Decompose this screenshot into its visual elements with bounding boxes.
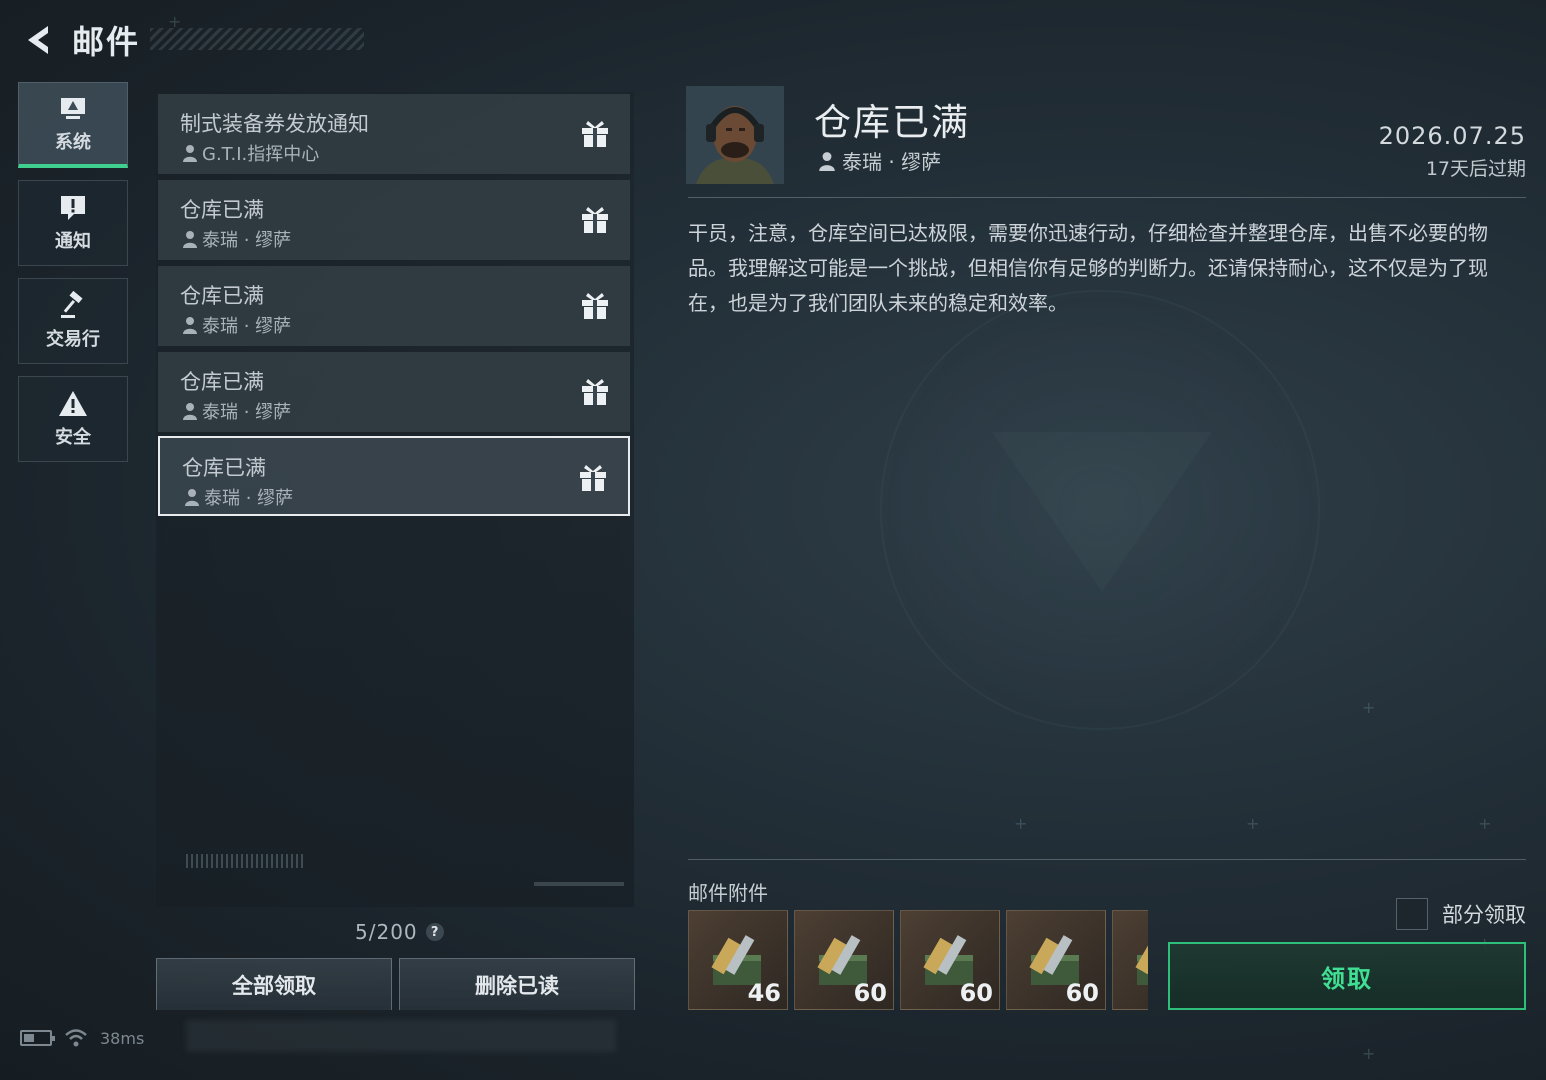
crosshair-deco: + <box>1014 814 1028 833</box>
title-stripe-deco <box>150 28 364 50</box>
blurred-strip <box>186 1020 616 1052</box>
mail-sender-name: 泰瑞 · 缪萨 <box>202 230 292 251</box>
person-icon <box>183 317 197 334</box>
mail-sender-name: 泰瑞 · 缪萨 <box>202 316 292 337</box>
category-sidebar: 系统 通知 交易行 安全 <box>18 82 128 474</box>
attachment-item[interactable]: 60 <box>794 910 894 1010</box>
mail-sender: G.T.I.指挥中心 <box>182 140 319 166</box>
ammo-box-icon <box>1135 937 1148 985</box>
person-icon <box>183 145 197 162</box>
mail-title: 仓库已满 <box>180 370 264 394</box>
mail-date: 2026.07.25 <box>1378 122 1526 150</box>
crosshair-deco: + <box>1246 814 1260 833</box>
mail-list-item[interactable]: 制式装备券发放通知 G.T.I.指挥中心 <box>158 94 630 174</box>
nav-label: 交易行 <box>46 329 100 350</box>
partial-claim-label: 部分领取 <box>1442 903 1526 927</box>
mail-title: 仓库已满 <box>180 284 264 308</box>
mail-title: 仓库已满 <box>180 198 264 222</box>
gift-icon <box>582 207 608 233</box>
nav-label: 通知 <box>55 231 91 252</box>
crosshair-deco: + <box>1478 814 1492 833</box>
system-monitor-icon <box>61 97 85 119</box>
mail-count-text: 5/200 <box>355 920 418 944</box>
attachment-item[interactable]: 60 <box>900 910 1000 1010</box>
mail-list: 制式装备券发放通知 G.T.I.指挥中心 仓库已满 泰瑞 · 缪萨 仓库已满 泰 <box>156 92 634 907</box>
mail-list-item[interactable]: 仓库已满 泰瑞 · 缪萨 <box>158 180 630 260</box>
attachment-quantity: 60 <box>853 979 887 1007</box>
nav-label: 系统 <box>55 131 91 153</box>
attachment-quantity: 46 <box>747 979 781 1007</box>
mail-detail-sender-name: 泰瑞 · 缪萨 <box>842 150 942 174</box>
person-icon <box>183 231 197 248</box>
mail-sender: 泰瑞 · 缪萨 <box>184 484 293 510</box>
attachments-list: 46 60 60 60 <box>688 910 1148 1010</box>
divider <box>688 859 1526 860</box>
mail-list-item[interactable]: 仓库已满 泰瑞 · 缪萨 <box>158 266 630 346</box>
nav-item-system[interactable]: 系统 <box>18 82 128 168</box>
mail-sender: 泰瑞 · 缪萨 <box>182 226 291 252</box>
person-icon <box>183 403 197 420</box>
gift-icon <box>582 121 608 147</box>
scanline-deco <box>534 882 624 886</box>
page-header: 邮件 <box>18 18 140 62</box>
attachment-item[interactable]: 46 <box>688 910 788 1010</box>
ping-value: 38ms <box>100 1028 145 1048</box>
crosshair-deco: + <box>1362 1044 1376 1063</box>
mail-sender-name: G.T.I.指挥中心 <box>202 144 320 165</box>
mail-expiry: 17天后过期 <box>1425 158 1526 180</box>
wifi-icon <box>65 1029 87 1047</box>
mail-detail-sender: 泰瑞 · 缪萨 <box>818 146 941 175</box>
mail-body: 干员，注意，仓库空间已达极限，需要你迅速行动，仔细检查并整理仓库，出售不必要的物… <box>688 221 1488 315</box>
attachment-item[interactable]: 60 <box>1006 910 1106 1010</box>
person-icon <box>185 489 199 506</box>
mail-list-item-selected[interactable]: 仓库已满 泰瑞 · 缪萨 <box>158 436 630 516</box>
page-title: 邮件 <box>72 23 141 61</box>
nav-item-notice[interactable]: 通知 <box>18 180 128 266</box>
gift-icon <box>580 465 606 491</box>
attachment-item[interactable] <box>1112 910 1148 1010</box>
claim-all-button[interactable]: 全部领取 <box>156 958 392 1010</box>
nav-label: 安全 <box>55 427 91 448</box>
person-icon <box>819 151 835 171</box>
nav-item-auction[interactable]: 交易行 <box>18 278 128 364</box>
help-icon[interactable]: ? <box>425 923 444 941</box>
soldier-portrait-icon <box>686 86 784 184</box>
claim-button[interactable]: 领取 <box>1168 942 1526 1010</box>
attachments-label: 邮件附件 <box>688 881 768 905</box>
battery-icon <box>20 1030 55 1046</box>
attachment-quantity: 60 <box>959 979 993 1007</box>
partial-claim-checkbox[interactable] <box>1396 898 1428 930</box>
mail-list-item[interactable]: 仓库已满 泰瑞 · 缪萨 <box>158 352 630 432</box>
gift-icon <box>582 379 608 405</box>
attachment-quantity: 60 <box>1065 979 1099 1007</box>
crosshair-deco: + <box>1362 698 1376 717</box>
mail-sender-name: 泰瑞 · 缪萨 <box>202 402 292 423</box>
background-emblem <box>880 290 1320 730</box>
mail-title: 仓库已满 <box>182 456 266 480</box>
mail-count: 5/200 ? <box>355 920 444 944</box>
mail-sender-name: 泰瑞 · 缪萨 <box>204 488 294 509</box>
partial-claim-row: 部分领取 <box>1396 898 1526 930</box>
mail-title: 制式装备券发放通知 <box>180 112 369 136</box>
mail-sender: 泰瑞 · 缪萨 <box>182 398 291 424</box>
back-arrow-icon[interactable] <box>18 20 58 60</box>
delete-read-button[interactable]: 删除已读 <box>399 958 635 1010</box>
auction-hammer-icon <box>61 291 83 318</box>
notice-icon <box>61 196 85 220</box>
divider <box>688 197 1526 198</box>
mail-sender: 泰瑞 · 缪萨 <box>182 312 291 338</box>
mail-detail-title: 仓库已满 <box>814 101 970 144</box>
warning-triangle-icon <box>59 391 87 416</box>
sender-avatar <box>686 86 784 184</box>
status-bar: 38ms <box>20 1028 144 1048</box>
nav-item-security[interactable]: 安全 <box>18 376 128 462</box>
scanline-deco <box>186 854 306 868</box>
gift-icon <box>582 293 608 319</box>
